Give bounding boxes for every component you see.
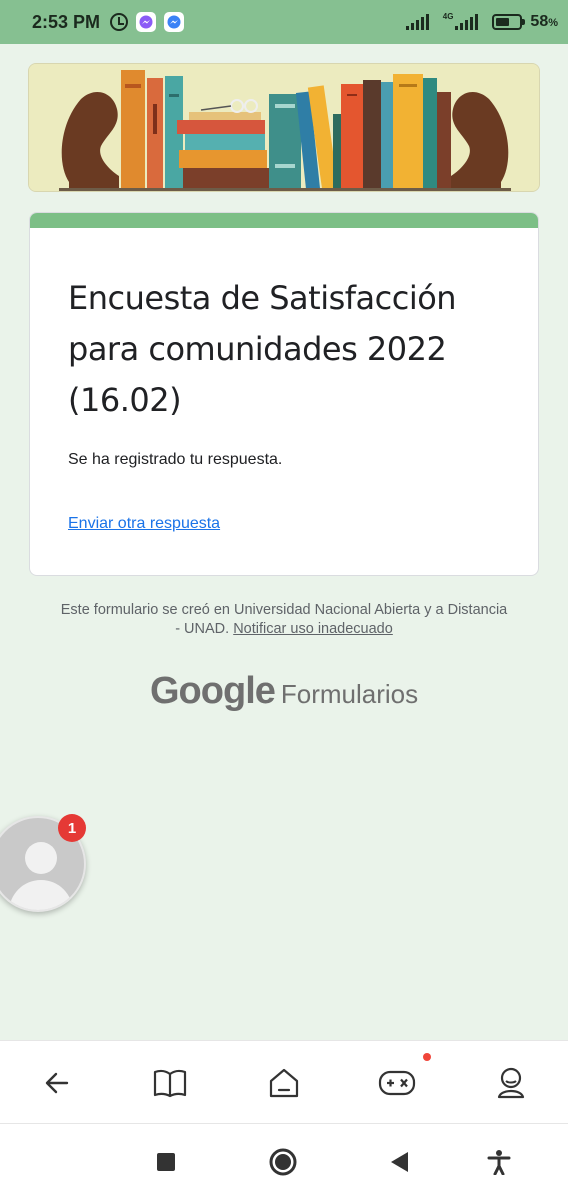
status-time: 2:53 PM <box>32 11 101 32</box>
google-wordmark: Google <box>150 670 276 712</box>
form-footer: Este formulario se creó en Universidad N… <box>60 601 508 639</box>
signal-icon <box>455 14 480 30</box>
avatar-head <box>25 842 57 874</box>
alarm-icon <box>110 13 129 31</box>
battery-icon <box>492 14 526 30</box>
app-bottom-navigation <box>0 1040 568 1124</box>
messenger-icon <box>164 12 185 32</box>
report-abuse-link[interactable]: Notificar uso inadecuado <box>233 621 393 637</box>
recents-square-icon[interactable] <box>150 1146 182 1178</box>
form-header-image <box>28 63 540 192</box>
status-bar: 2:53 PM 4G 58% <box>0 0 568 44</box>
messenger-icon <box>136 12 157 32</box>
form-title: Encuesta de Satisfacción para comunidade… <box>68 279 457 419</box>
card-accent-bar <box>30 213 538 228</box>
home-icon[interactable] <box>264 1063 304 1103</box>
battery-percentage: 58% <box>530 13 558 30</box>
home-circle-icon[interactable] <box>267 1146 299 1178</box>
google-forms-logo[interactable]: Google Formularios <box>150 670 418 713</box>
form-confirmation-card: Encuesta de Satisfacción para comunidade… <box>29 212 539 576</box>
avatar-shoulders <box>9 880 73 910</box>
notification-badge: 1 <box>58 814 86 842</box>
gamepad-icon[interactable] <box>377 1063 417 1103</box>
back-triangle-icon[interactable] <box>383 1146 415 1178</box>
accessibility-icon[interactable] <box>483 1146 515 1178</box>
back-icon[interactable] <box>37 1063 77 1103</box>
profile-icon[interactable] <box>491 1063 531 1103</box>
battery-level <box>496 18 510 26</box>
book-icon[interactable] <box>150 1063 190 1103</box>
forms-wordmark: Formularios <box>280 679 419 709</box>
notification-dot <box>423 1053 431 1061</box>
confirmation-message: Se ha registrado tu respuesta. <box>68 451 283 468</box>
submit-another-response-link[interactable]: Enviar otra respuesta <box>68 515 220 533</box>
network-type-label: 4G <box>442 11 454 21</box>
signal-icon <box>405 14 431 30</box>
system-navigation-bar <box>0 1124 568 1200</box>
